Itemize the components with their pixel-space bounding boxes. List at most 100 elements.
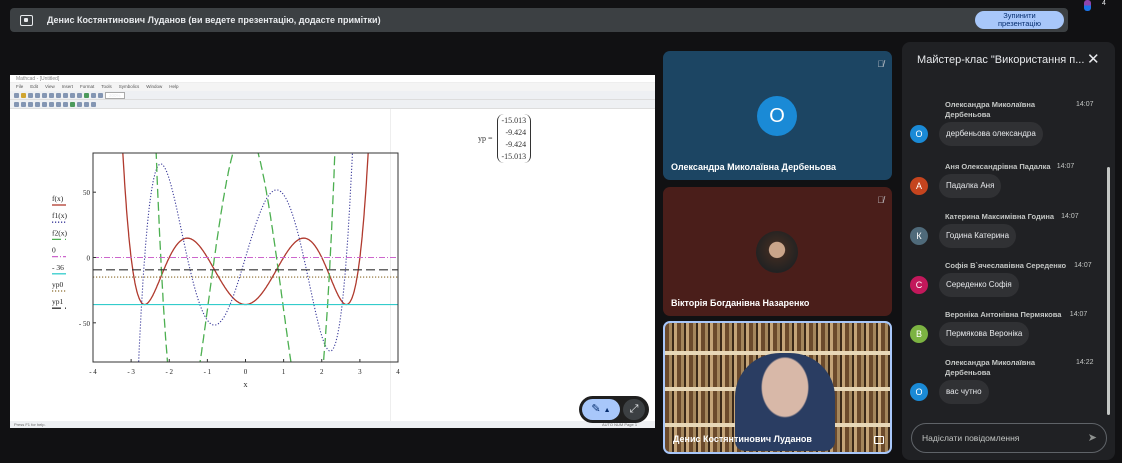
sender-text: Олександра Миколаївна Дербеньова [945, 358, 1036, 377]
legend-label: f(x) [52, 194, 64, 203]
message-bubble: дербеньова олександра [939, 122, 1043, 146]
avatar: В [910, 325, 928, 343]
stop-label-2: презентацію [997, 19, 1041, 28]
chevron-up-icon: ▲ [603, 407, 611, 414]
status-bar: Press F1 for help. AUTO NUM Page 1 [10, 421, 655, 428]
participant-tile[interactable]: 🎙̸ Вікторія Богданівна Назаренко [663, 187, 892, 316]
sender-name: Олександра Миколаївна Дербеньова [945, 358, 1070, 378]
x-tick-label: - 1 [204, 368, 212, 376]
mathcad-toolbar: 200% [10, 91, 655, 100]
x-tick-label: 4 [396, 368, 400, 376]
sender-name: Катерина Максимівна Година [945, 212, 1070, 222]
send-icon[interactable]: ➤ [1088, 424, 1097, 452]
y-tick-label: 0 [87, 255, 91, 263]
message-time: 14:07 [1076, 101, 1094, 108]
worksheet: - 4 - 3 - 2 - 1 0 1 2 3 4 50 0 - 50 x f(x) f1(x) f2(x) 0… [10, 109, 655, 421]
banner-title: Денис Костянтинович Луданов (ви ведете п… [47, 15, 381, 25]
y-tick-label: - 50 [79, 320, 91, 328]
message-time: 14:22 [1076, 359, 1094, 366]
fullscreen-button[interactable]: ⤢ [623, 399, 645, 420]
sender-text: Вероніка Антонівна Пермякова [945, 310, 1062, 319]
message-time: 14:07 [1069, 311, 1088, 318]
legend-label: f1(x) [52, 211, 67, 220]
status-left: Press F1 for help. [14, 422, 46, 427]
close-icon[interactable]: ✕ [1087, 50, 1100, 68]
avatar [756, 231, 798, 273]
menu-help[interactable]: Help [169, 83, 178, 91]
sender-name: Софія В`ячеславівна Середенко [945, 261, 1070, 271]
message-time: 14:07 [1056, 163, 1075, 170]
zoom-select[interactable]: 200% [105, 91, 125, 99]
yp-matrix: -15.013 -9.424 -9.424 -15.013 [496, 114, 532, 163]
participant-tile[interactable]: 🎙̸ О Олександра Миколаївна Дербеньова [663, 51, 892, 180]
legend-label: 0 [52, 246, 56, 255]
avatar: О [910, 125, 928, 143]
yp-label: yp = [478, 134, 493, 143]
x-tick-label: - 2 [165, 368, 173, 376]
menu-tools[interactable]: Tools [101, 83, 112, 91]
legend-label: yp0 [52, 280, 64, 289]
avatar: О [910, 383, 928, 401]
legend-label: f2(x) [52, 228, 67, 237]
participant-count: 4 [1102, 0, 1106, 7]
mic-off-icon: 🎙̸ [877, 59, 884, 69]
x-tick-label: - 4 [89, 368, 97, 376]
presentation-controls: ✎ ▲ ⤢ [579, 396, 649, 423]
message-input[interactable]: Надіслати повідомлення ➤ [911, 423, 1107, 453]
pen-icon: ✎ [591, 403, 601, 415]
chat-title: Майстер-клас "Використання п... [917, 54, 1085, 66]
function-plot: - 4 - 3 - 2 - 1 0 1 2 3 4 50 0 - 50 x f(x) f1(x) f2(x) 0… [52, 152, 400, 389]
pip-icon[interactable] [874, 436, 884, 444]
menu-insert[interactable]: Insert [62, 83, 73, 91]
annotate-button[interactable]: ✎ ▲ [582, 399, 620, 420]
stop-presenting-button[interactable]: Зупинити презентацію [975, 11, 1064, 29]
participant-name: Вікторія Богданівна Назаренко [671, 298, 810, 308]
x-tick-label: 0 [244, 368, 248, 376]
avatar: А [910, 177, 928, 195]
x-tick-label: - 3 [127, 368, 135, 376]
yp-value: -9.424 [505, 140, 527, 149]
yp-value: -9.424 [505, 128, 527, 137]
sender-text: Аня Олександрівна Падалка [945, 162, 1051, 171]
expand-icon: ⤢ [629, 403, 639, 415]
participant-name: Денис Костянтинович Луданов [673, 434, 812, 444]
x-tick-label: 2 [320, 368, 324, 376]
series-fx [122, 153, 369, 306]
sender-text: Катерина Максимівна Година [945, 212, 1055, 221]
participant-name: Олександра Миколаївна Дербеньова [671, 162, 837, 172]
mic-off-icon: 🎙̸ [877, 195, 884, 205]
chat-panel: Майстер-клас "Використання п... ✕ О Олек… [902, 42, 1115, 460]
menu-symbolics[interactable]: Symbolics [119, 83, 140, 91]
x-axis-label: x [244, 380, 248, 389]
yp-value: -15.013 [501, 152, 527, 161]
legend-label: - 36 [52, 263, 64, 272]
menu-edit[interactable]: Edit [30, 83, 38, 91]
menu-view[interactable]: View [45, 83, 55, 91]
sender-name: Аня Олександрівна Падалка [945, 162, 1070, 172]
yp-value: -15.013 [501, 116, 527, 125]
message-bubble: вас чутно [939, 380, 989, 404]
menu-file[interactable]: File [16, 83, 23, 91]
avatar: О [757, 96, 797, 136]
participants-icon [1084, 0, 1091, 11]
participants-indicator[interactable]: 4 [1080, 0, 1114, 12]
legend-label: yp1 [52, 297, 64, 306]
scrollbar[interactable] [1107, 167, 1110, 415]
message-bubble: Середенко Софія [939, 273, 1019, 297]
sender-name: Вероніка Антонівна Пермякова [945, 310, 1070, 320]
self-video-tile[interactable]: Денис Костянтинович Луданов [663, 321, 892, 454]
avatar: С [910, 276, 928, 294]
yp-result: yp = -15.013 -9.424 -9.424 -15.013 [478, 114, 532, 163]
y-tick-label: 50 [83, 189, 91, 197]
sender-name: Олександра Миколаївна Дербеньова [945, 100, 1070, 120]
menu-window[interactable]: Window [146, 83, 162, 91]
shared-screen: Mathcad - [Untitled] File Edit View Insert F… [10, 75, 655, 428]
message-time: 14:07 [1074, 262, 1092, 269]
x-tick-label: 3 [358, 368, 362, 376]
message-time: 14:07 [1061, 213, 1079, 220]
sender-text: Софія В`ячеславівна Середенко [945, 261, 1067, 270]
presentation-banner: Денис Костянтинович Луданов (ви ведете п… [10, 8, 1068, 32]
x-tick-label: 1 [282, 368, 286, 376]
menu-format[interactable]: Format [80, 83, 94, 91]
mathcad-math-toolbar [10, 100, 655, 109]
